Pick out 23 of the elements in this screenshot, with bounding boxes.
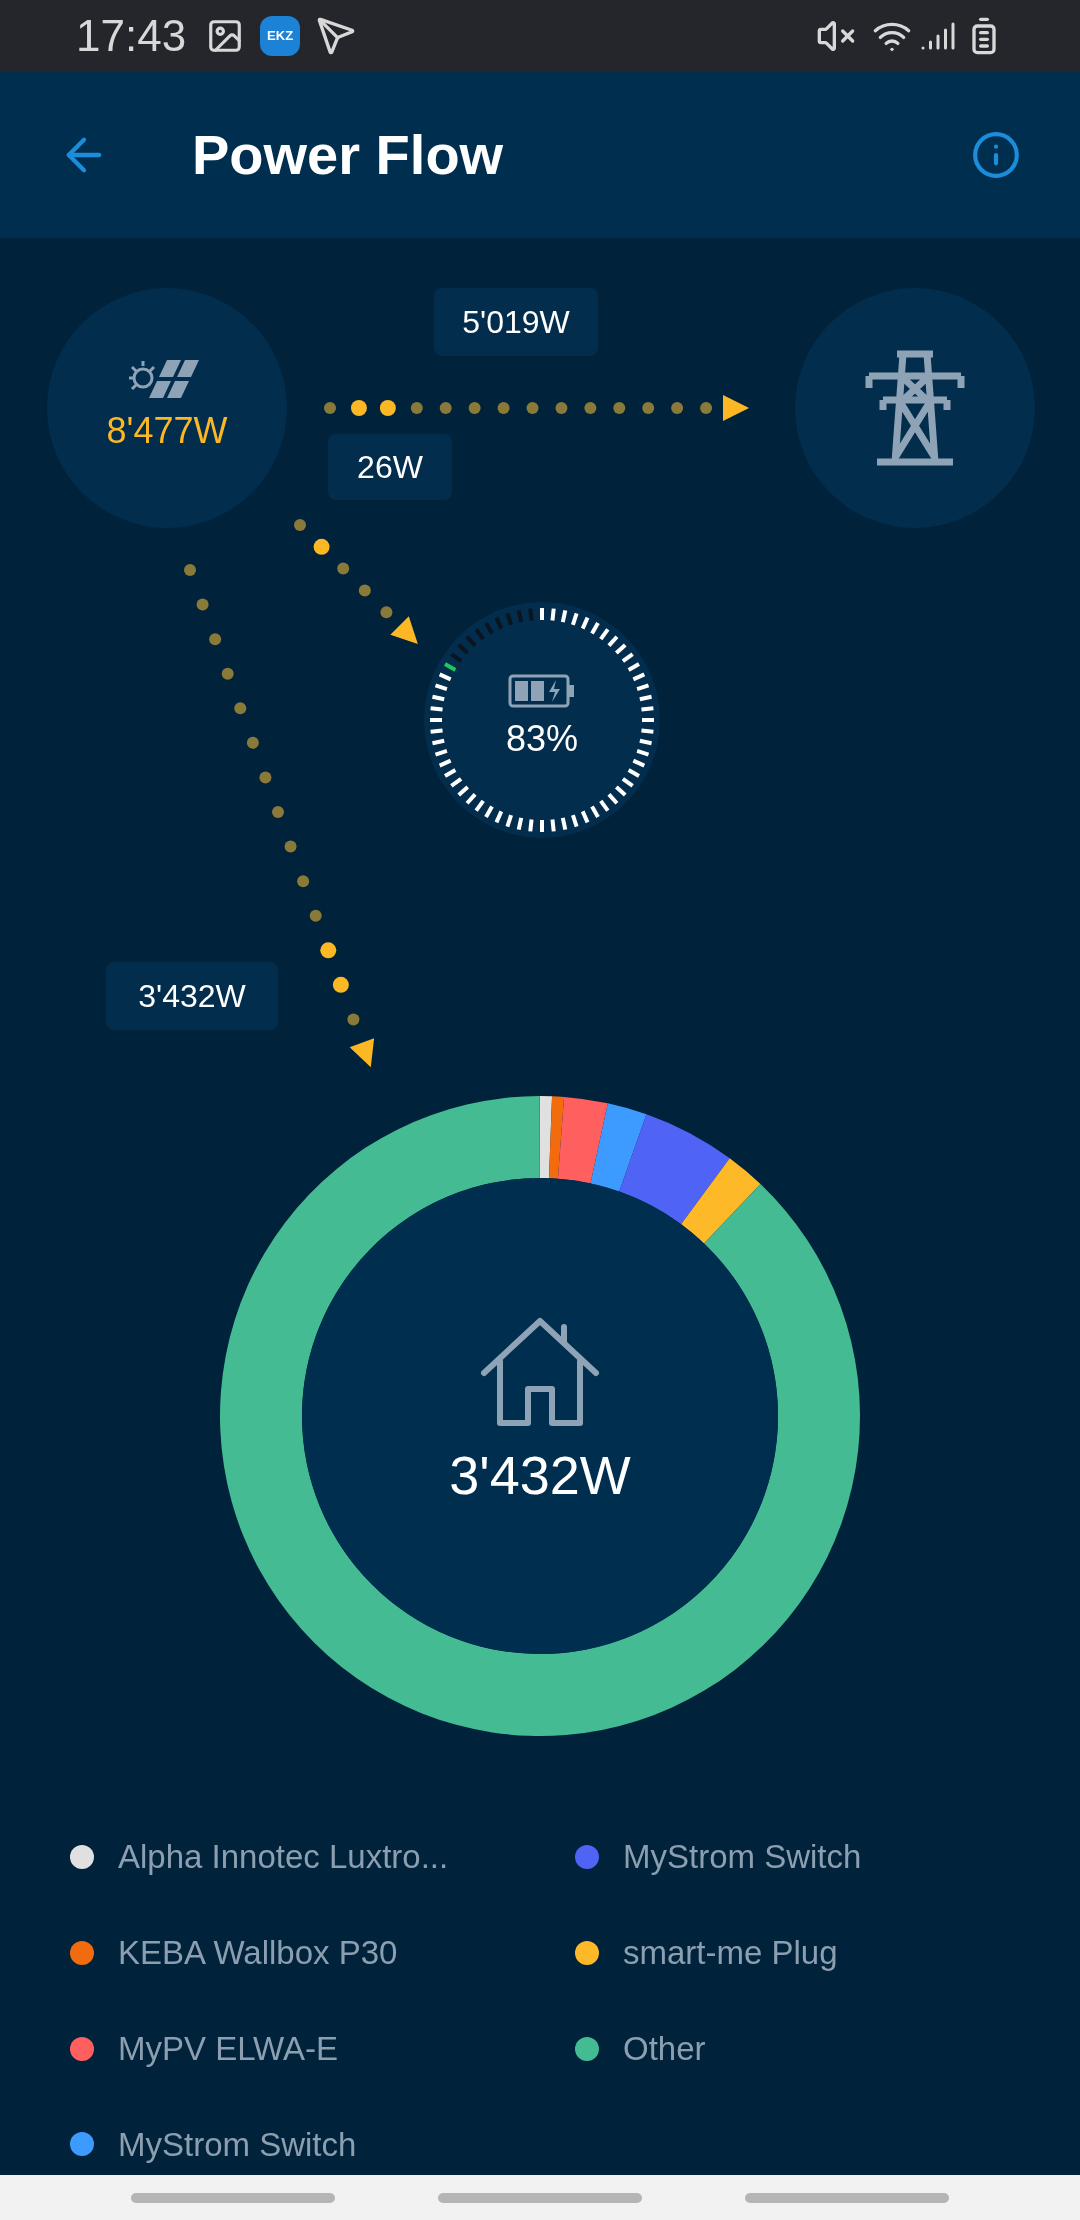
- flow-value: 5'019W: [434, 288, 598, 356]
- nav-handle[interactable]: [744, 2192, 949, 2203]
- home-power: 3'432W: [449, 1443, 631, 1507]
- legend-label: MyStrom Switch: [623, 1837, 862, 1878]
- page-title: Power Flow: [192, 122, 504, 188]
- power-pylon-icon: [863, 350, 967, 466]
- solar-power: 8'477W: [106, 409, 228, 453]
- legend-label: smart-me Plug: [623, 1933, 838, 1973]
- app-badge-icon: EKZ: [260, 16, 301, 56]
- flow-value: 3'432W: [106, 962, 278, 1030]
- legend-label: MyPV ELWA-E: [118, 2028, 339, 2069]
- legend-label: MyStrom Switch: [118, 2124, 357, 2165]
- battery-percentage: 83%: [505, 717, 579, 761]
- status-time: 17:43: [76, 10, 187, 62]
- house-icon: [480, 1316, 600, 1427]
- nav-handle[interactable]: [438, 2192, 642, 2203]
- legend-label: KEBA Wallbox P30: [118, 1933, 398, 1973]
- send-icon: [316, 16, 357, 56]
- battery-charging-icon: [508, 674, 576, 708]
- nav-handle[interactable]: [131, 2192, 336, 2203]
- flow-value: 26W: [328, 434, 452, 500]
- legend-label: Other: [623, 2028, 706, 2069]
- legend-label: Alpha Innotec Luxtro...: [118, 1837, 449, 1878]
